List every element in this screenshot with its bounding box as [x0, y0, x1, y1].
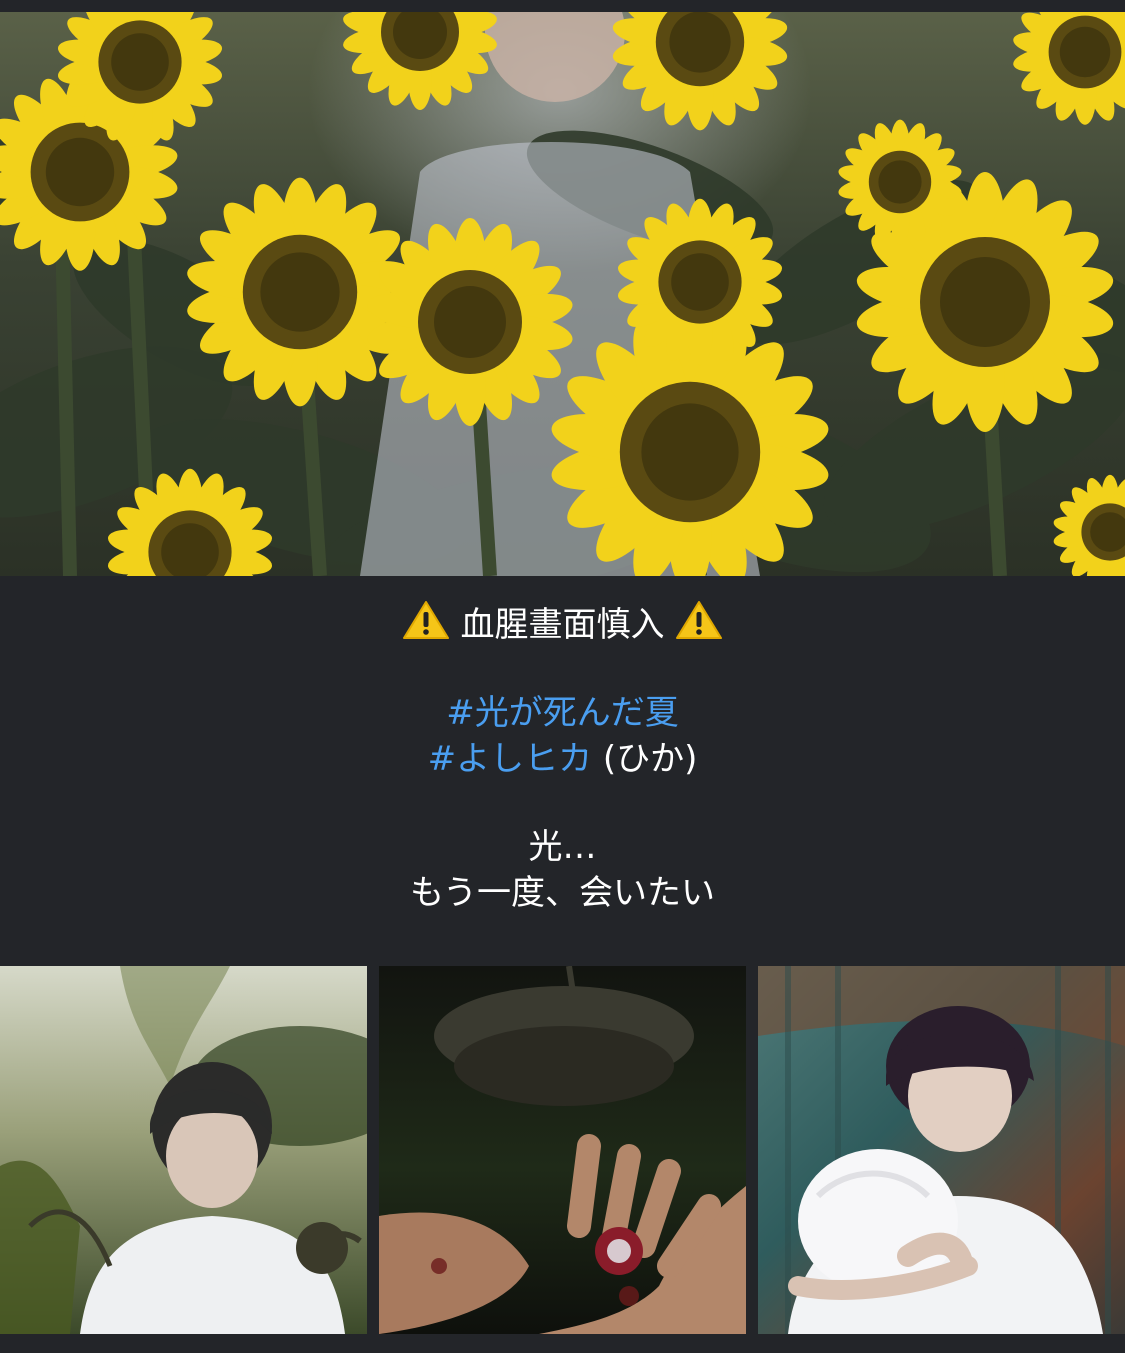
- hero-photo[interactable]: [0, 12, 1125, 576]
- hashtag-link[interactable]: #よしヒカ: [428, 739, 593, 779]
- warning-text: 血腥畫面慎入: [460, 605, 665, 645]
- boy-with-wilted-sunflowers-photo: [0, 966, 367, 1334]
- thumbnail-photo-3[interactable]: [758, 966, 1125, 1334]
- post-view: 血腥畫面慎入 #光が死んだ夏 #よしヒカ (ひか) 光… もう一度、会いたい: [0, 0, 1125, 1353]
- warning-sign-icon: [402, 600, 450, 640]
- post-caption: 血腥畫面慎入 #光が死んだ夏 #よしヒカ (ひか) 光… もう一度、会いたい: [0, 600, 1125, 916]
- hashtag-link[interactable]: #光が死んだ夏: [446, 693, 679, 733]
- thumbnail-photo-1[interactable]: [0, 966, 367, 1334]
- thumbnail-photo-2[interactable]: [379, 966, 746, 1334]
- caption-line: もう一度、会いたい: [410, 873, 715, 913]
- caption-line: 光…: [528, 827, 597, 867]
- photo-grid: [0, 966, 1125, 1334]
- hands-holding-bloody-heart-photo: [379, 966, 746, 1334]
- sunflower-field-photo: [0, 12, 1125, 576]
- warning-sign-icon: [675, 600, 723, 640]
- boy-hugging-white-haired-figure-photo: [758, 966, 1125, 1334]
- warning-line: 血腥畫面慎入: [0, 600, 1125, 648]
- hashtag-suffix: (ひか): [602, 739, 698, 779]
